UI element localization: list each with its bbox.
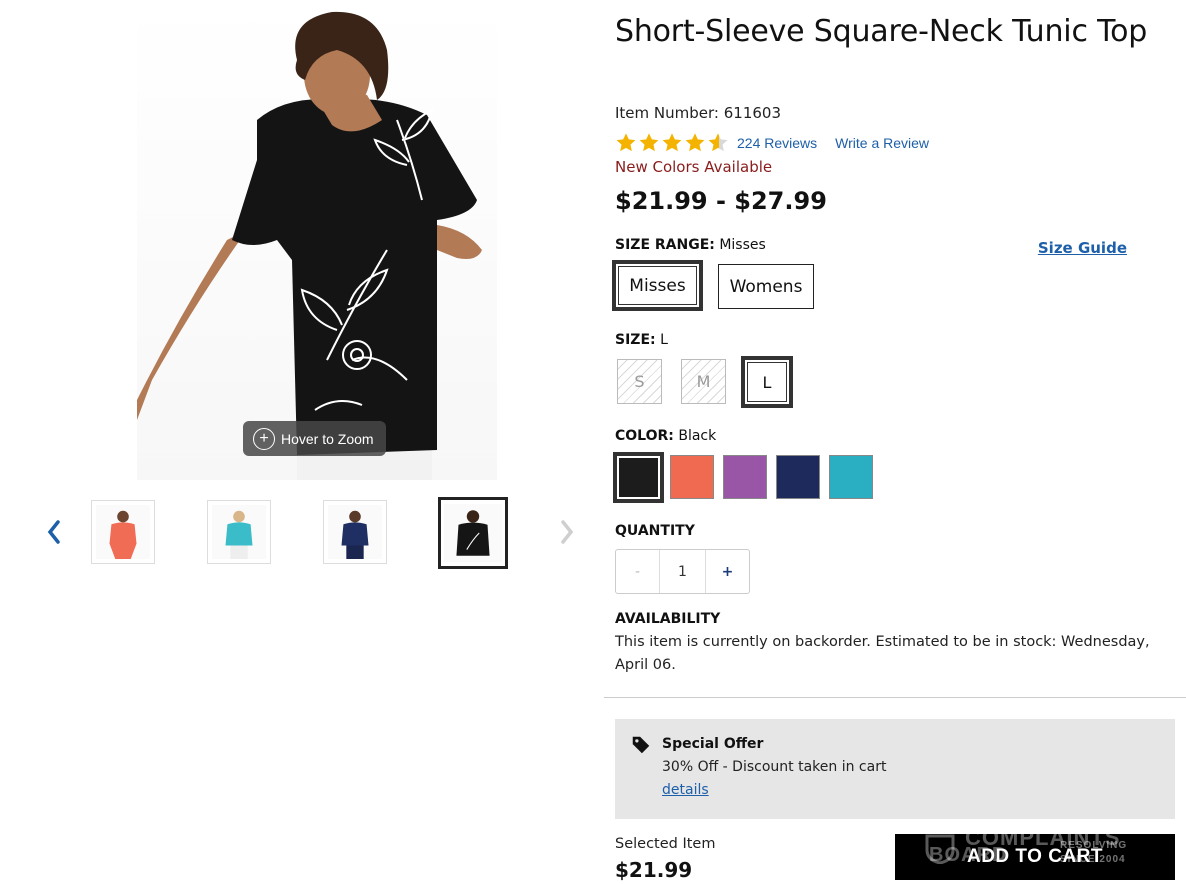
section-divider [604,697,1186,698]
write-review-link[interactable]: Write a Review [835,135,929,151]
product-main-image[interactable] [137,0,497,480]
shield-icon [925,834,955,864]
quantity-label: QUANTITY [615,523,695,539]
new-colors-notice: New Colors Available [615,158,773,176]
color-heading: COLOR: [615,428,674,444]
star-half-icon [708,133,728,152]
rating-row: 224 Reviews Write a Review [615,131,929,155]
size-guide-link[interactable]: Size Guide [1038,239,1127,257]
size-range-womens-button[interactable]: Womens [718,264,814,309]
color-value: Black [678,428,717,444]
availability-text: This item is currently on backorder. Est… [615,634,1150,673]
star-full-icon [639,133,659,152]
thumbnail-navy[interactable] [323,500,387,564]
product-title: Short-Sleeve Square-Neck Tunic Top [615,14,1148,49]
color-label: COLOR: Black [615,428,716,444]
thumbnail-coral[interactable] [91,500,155,564]
thumbnail-prev-button[interactable] [39,505,69,559]
quantity-input[interactable]: 1 [660,550,705,593]
item-number: Item Number: 611603 [615,104,781,122]
color-swatch-teal[interactable] [829,455,873,499]
size-l-button[interactable]: L [741,356,793,408]
color-swatch-coral[interactable] [670,455,714,499]
chevron-left-icon [47,520,60,544]
special-offer-details-link[interactable]: details [662,782,709,798]
size-range-label: SIZE RANGE: Misses [615,237,766,253]
thumbnail-next-button[interactable] [552,505,582,559]
quantity-increment-button[interactable]: + [705,550,749,593]
thumbnail-teal[interactable] [207,500,271,564]
size-heading: SIZE: [615,332,656,348]
size-label: SIZE: L [615,332,668,348]
thumbnail-black[interactable] [438,497,508,569]
size-range-heading: SIZE RANGE: [615,237,715,253]
availability-heading: AVAILABILITY [615,611,721,627]
quantity-stepper: - 1 + [615,549,750,594]
zoom-label: Hover to Zoom [281,430,374,447]
size-m-button[interactable]: M [681,359,726,404]
add-to-cart-button[interactable]: COMPLAINTS BOARD RESOLVING SINCE 2004 AD… [895,834,1175,880]
special-offer-box: Special Offer 30% Off - Discount taken i… [615,719,1175,819]
size-s-button[interactable]: S [617,359,662,404]
availability-label: AVAILABILITY [615,611,720,627]
price-tag-icon [632,736,650,754]
zoom-plus-icon: + [253,427,275,450]
star-full-icon [616,133,636,152]
size-range-misses-button[interactable]: Misses [612,260,703,311]
star-rating [615,132,729,154]
quantity-heading: QUANTITY [615,523,695,539]
add-to-cart-label: ADD TO CART [966,846,1104,867]
reviews-link[interactable]: 224 Reviews [737,135,817,151]
price-range: $21.99 - $27.99 [615,187,827,215]
color-swatch-navy[interactable] [776,455,820,499]
size-range-value: Misses [719,237,766,253]
color-swatch-black[interactable] [613,452,664,503]
star-full-icon [685,133,705,152]
hover-to-zoom-button[interactable]: + Hover to Zoom [243,421,386,456]
selected-item-label: Selected Item [615,836,716,852]
selected-item-price: $21.99 [615,858,693,882]
size-value: L [660,332,668,348]
star-full-icon [662,133,682,152]
special-offer-text: 30% Off - Discount taken in cart [662,759,887,775]
color-swatch-purple[interactable] [723,455,767,499]
special-offer-title: Special Offer [662,736,764,752]
quantity-decrement-button[interactable]: - [616,550,660,593]
chevron-right-icon [561,520,574,544]
